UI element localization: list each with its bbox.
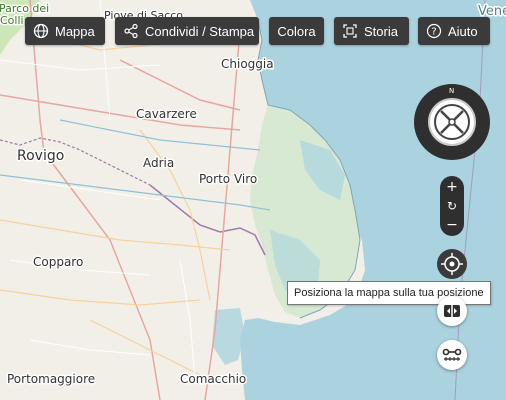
help-icon: ? xyxy=(426,23,442,39)
compass-control[interactable]: N xyxy=(414,84,490,160)
svg-text:?: ? xyxy=(431,27,436,38)
zoom-in-button[interactable]: + xyxy=(440,178,464,196)
split-view-button[interactable] xyxy=(437,296,467,326)
my-location-button[interactable] xyxy=(437,249,467,279)
share-print-button-label: Condividi / Stampa xyxy=(145,23,255,39)
compass-rose[interactable] xyxy=(428,98,476,146)
label-comacchio: Comacchio xyxy=(180,372,246,386)
label-adria: Adria xyxy=(143,156,174,170)
label-cavarzere: Cavarzere xyxy=(136,107,197,121)
globe-icon xyxy=(33,23,49,39)
history-button[interactable]: Storia xyxy=(334,17,409,45)
compass-north-label: N xyxy=(449,87,455,95)
label-colli: Colli xyxy=(0,14,24,27)
zoom-out-button[interactable]: − xyxy=(440,216,464,234)
split-view-icon xyxy=(444,305,460,317)
map-canvas[interactable]: Parco dei Colli Piove di Sacco Venezia C… xyxy=(0,0,506,400)
help-button-label: Aiuto xyxy=(448,23,478,39)
measure-distance-button[interactable] xyxy=(437,340,467,370)
color-button-label: Colora xyxy=(277,23,316,39)
label-rovigo: Rovigo xyxy=(17,148,64,164)
share-print-button[interactable]: Condividi / Stampa xyxy=(115,17,259,45)
zoom-control: + ↻ − xyxy=(440,176,464,236)
map-button[interactable]: Mappa xyxy=(25,17,105,45)
label-portomaggiore: Portomaggiore xyxy=(7,372,95,386)
measure-icon xyxy=(442,348,462,361)
label-chioggia: Chioggia xyxy=(221,57,274,71)
reset-view-button[interactable]: ↻ xyxy=(440,197,464,215)
history-frame-icon xyxy=(342,23,358,39)
compass-needle-icon xyxy=(434,104,470,140)
label-porto-viro: Porto Viro xyxy=(199,172,257,186)
label-copparo: Copparo xyxy=(33,255,83,269)
history-button-label: Storia xyxy=(364,23,398,39)
color-button[interactable]: Colora xyxy=(269,17,324,45)
help-button[interactable]: ? Aiuto xyxy=(418,17,490,45)
share-icon xyxy=(123,23,139,39)
crosshair-icon xyxy=(441,253,463,275)
map-button-label: Mappa xyxy=(55,23,95,39)
